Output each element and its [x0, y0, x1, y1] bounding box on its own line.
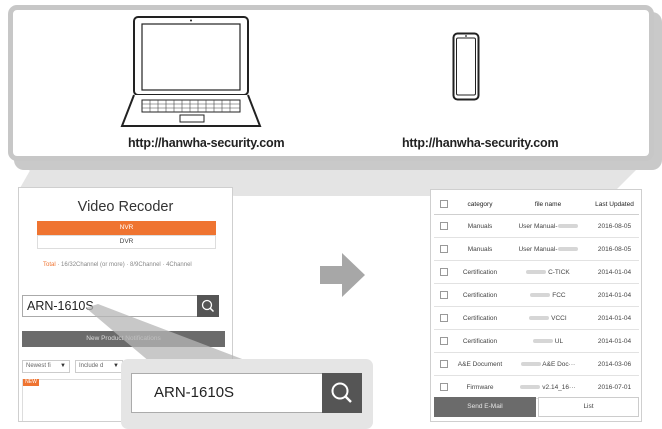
row-checkbox[interactable] [440, 291, 448, 299]
row-file-suffix: v2.14_16··· [542, 383, 576, 391]
table-header-row: category file name Last Updated [434, 194, 639, 215]
table-row[interactable]: A&E Document A&E Doc··· 2014-03-06 [434, 352, 639, 376]
select-all-cell[interactable] [434, 194, 454, 215]
col-category: category [454, 194, 506, 215]
row-category: Manuals [454, 214, 506, 238]
row-file-suffix: FCC [552, 291, 566, 299]
row-category: Certification [454, 329, 506, 353]
row-date: 2016-07-01 [590, 375, 639, 399]
redacted-model [557, 223, 578, 228]
row-file-name[interactable]: v2.14_16··· [506, 375, 590, 399]
downloads-panel: category file name Last Updated Manuals U… [430, 189, 642, 422]
row-checkbox-cell[interactable] [434, 375, 454, 399]
row-category: Manuals [454, 237, 506, 261]
send-email-button[interactable]: Send E-Mail [434, 397, 536, 417]
row-category: A&E Document [454, 352, 506, 376]
row-category: Certification [454, 260, 506, 284]
row-checkbox[interactable] [440, 383, 448, 391]
row-checkbox-cell[interactable] [434, 329, 454, 353]
table-row[interactable]: Manuals User Manual- 2016-08-05 [434, 237, 639, 261]
row-checkbox[interactable] [440, 360, 448, 368]
search-icon [331, 382, 352, 403]
redacted-model [526, 269, 547, 274]
table-row[interactable]: Manuals User Manual- 2016-08-05 [434, 214, 639, 238]
col-last-updated: Last Updated [590, 194, 639, 215]
table-row[interactable]: Certification UL 2014-01-04 [434, 329, 639, 353]
table-row[interactable]: Certification FCC 2014-01-04 [434, 283, 639, 307]
row-checkbox[interactable] [440, 245, 448, 253]
row-checkbox-cell[interactable] [434, 352, 454, 376]
row-checkbox-cell[interactable] [434, 260, 454, 284]
row-date: 2014-03-06 [590, 352, 639, 376]
row-file-name[interactable]: UL [506, 329, 590, 353]
row-file-name[interactable]: VCCI [506, 306, 590, 330]
redacted-model [532, 338, 553, 343]
row-checkbox-cell[interactable] [434, 306, 454, 330]
files-table: category file name Last Updated Manuals U… [434, 194, 639, 399]
table-row[interactable]: Certification VCCI 2014-01-04 [434, 306, 639, 330]
row-file-prefix: User Manual- [518, 222, 558, 230]
row-checkbox-cell[interactable] [434, 214, 454, 238]
table-row[interactable]: Certification C-TICK 2014-01-04 [434, 260, 639, 284]
row-date: 2014-01-04 [590, 283, 639, 307]
row-file-suffix: UL [554, 337, 564, 345]
row-checkbox-cell[interactable] [434, 283, 454, 307]
redacted-model [557, 246, 578, 251]
row-category: Certification [454, 306, 506, 330]
search-button-zoomed[interactable] [322, 373, 362, 413]
row-checkbox[interactable] [440, 337, 448, 345]
redacted-model [520, 384, 541, 389]
redacted-model [529, 315, 550, 320]
row-date: 2016-08-05 [590, 214, 639, 238]
row-file-name[interactable]: User Manual- [506, 214, 590, 238]
arrow-right-icon [320, 253, 365, 297]
list-button[interactable]: List [538, 397, 639, 417]
row-checkbox[interactable] [440, 222, 448, 230]
table-row[interactable]: Firmware v2.14_16··· 2016-07-01 [434, 375, 639, 399]
row-checkbox-cell[interactable] [434, 237, 454, 261]
row-file-suffix: A&E Doc··· [542, 360, 576, 368]
redacted-model [520, 361, 541, 366]
row-category: Firmware [454, 375, 506, 399]
row-checkbox[interactable] [440, 314, 448, 322]
zoom-callout: ARN-1610S [121, 359, 373, 429]
row-file-suffix: VCCI [551, 314, 567, 322]
row-date: 2014-01-04 [590, 329, 639, 353]
row-category: Certification [454, 283, 506, 307]
row-file-name[interactable]: User Manual- [506, 237, 590, 261]
search-input-zoomed-value: ARN-1610S [154, 384, 235, 401]
row-date: 2014-01-04 [590, 306, 639, 330]
col-file-name: file name [506, 194, 590, 215]
redacted-model [530, 292, 551, 297]
row-date: 2014-01-04 [590, 260, 639, 284]
row-checkbox[interactable] [440, 268, 448, 276]
row-file-suffix: C-TICK [548, 268, 570, 276]
search-input-zoomed[interactable]: ARN-1610S [131, 373, 362, 413]
row-file-name[interactable]: FCC [506, 283, 590, 307]
row-file-name[interactable]: C-TICK [506, 260, 590, 284]
row-file-prefix: User Manual- [518, 245, 558, 253]
row-file-name[interactable]: A&E Doc··· [506, 352, 590, 376]
row-date: 2016-08-05 [590, 237, 639, 261]
select-all-checkbox[interactable] [440, 200, 448, 208]
